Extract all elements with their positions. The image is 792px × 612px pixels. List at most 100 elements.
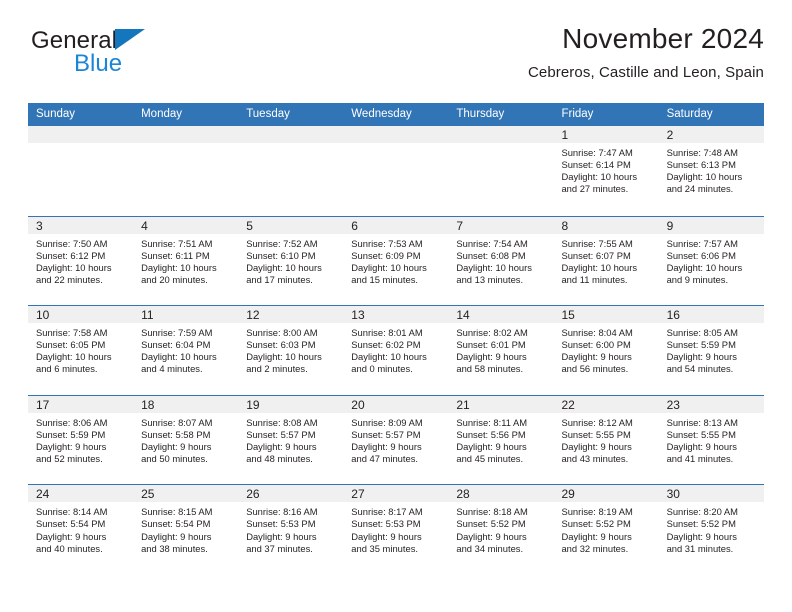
sunrise-time: Sunrise: 7:50 AM xyxy=(36,237,108,249)
calendar-day-cell[interactable]: 24 Sunrise: 8:14 AM Sunset: 5:54 PM Dayligh… xyxy=(28,485,134,574)
sunset-time: Sunset: 5:59 PM xyxy=(36,428,106,440)
calendar-day-cell[interactable]: 17 Sunrise: 8:06 AM Sunset: 5:59 PM Dayligh… xyxy=(28,395,134,485)
day-details: Sunrise: 7:48 AM Sunset: 6:13 PM Daylight:… xyxy=(659,143,764,195)
sunset-time: Sunset: 5:56 PM xyxy=(456,428,526,440)
calendar-day-cell[interactable]: 14 Sunrise: 8:02 AM Sunset: 6:01 PM Dayligh… xyxy=(448,306,554,395)
sunset-time: Sunset: 6:05 PM xyxy=(36,339,106,351)
logo-text-blue: Blue xyxy=(74,50,123,77)
calendar-day-cell[interactable]: 10 Sunrise: 7:58 AM Sunset: 6:05 PM Dayligh… xyxy=(28,306,134,395)
sunset-time: Sunset: 6:10 PM xyxy=(246,249,316,261)
day-number-strip: 4 xyxy=(133,216,239,234)
calendar-day-cell[interactable]: 13 Sunrise: 8:01 AM Sunset: 6:02 PM Dayligh… xyxy=(343,306,449,395)
calendar-day-cell[interactable]: 16 Sunrise: 8:05 AM Sunset: 5:59 PM Dayligh… xyxy=(658,306,764,395)
day-details: Sunrise: 8:05 AM Sunset: 5:59 PM Daylight:… xyxy=(659,323,764,375)
sunset-time: Sunset: 6:02 PM xyxy=(351,339,421,351)
day-details: Sunrise: 8:04 AM Sunset: 6:00 PM Daylight:… xyxy=(553,323,658,375)
daylight-duration-line1: Daylight: 9 hours xyxy=(36,440,107,452)
sunrise-time: Sunrise: 8:18 AM xyxy=(456,506,528,518)
calendar-day-cell[interactable]: 4 Sunrise: 7:51 AM Sunset: 6:11 PM Daylight… xyxy=(133,216,239,306)
page-subtitle: Cebreros, Castille and Leon, Spain xyxy=(527,64,764,81)
calendar-day-cell[interactable]: 23 Sunrise: 8:13 AM Sunset: 5:55 PM Dayligh… xyxy=(658,395,764,485)
sunset-time: Sunset: 6:06 PM xyxy=(666,249,736,261)
day-number-strip: 20 xyxy=(343,395,449,413)
sunrise-time: Sunrise: 8:02 AM xyxy=(456,327,528,339)
day-number: 7 xyxy=(456,218,464,233)
calendar-week-row: 24 Sunrise: 8:14 AM Sunset: 5:54 PM Dayligh… xyxy=(28,484,764,574)
daylight-duration-line1: Daylight: 9 hours xyxy=(561,530,632,542)
sunrise-time: Sunrise: 8:08 AM xyxy=(246,416,318,428)
calendar-day-cell[interactable]: 9 Sunrise: 7:57 AM Sunset: 6:06 PM Daylight… xyxy=(658,216,764,306)
sunset-time: Sunset: 6:09 PM xyxy=(351,249,421,261)
calendar-day-cell[interactable]: 30 Sunrise: 8:20 AM Sunset: 5:52 PM Dayligh… xyxy=(658,485,764,574)
daylight-duration-line1: Daylight: 10 hours xyxy=(456,261,532,273)
calendar-week-row: 10 Sunrise: 7:58 AM Sunset: 6:05 PM Dayligh… xyxy=(28,305,764,395)
calendar-day-cell[interactable]: 28 Sunrise: 8:18 AM Sunset: 5:52 PM Dayligh… xyxy=(448,485,554,574)
sunrise-time: Sunrise: 7:52 AM xyxy=(246,237,318,249)
day-number-strip: 28 xyxy=(448,485,554,503)
calendar-day-cell[interactable]: 22 Sunrise: 8:12 AM Sunset: 5:55 PM Dayligh… xyxy=(553,395,659,485)
sunrise-time: Sunrise: 7:59 AM xyxy=(141,327,213,339)
day-number: 25 xyxy=(141,487,155,502)
sunrise-time: Sunrise: 8:06 AM xyxy=(36,416,108,428)
calendar-day-cell[interactable]: 6 Sunrise: 7:53 AM Sunset: 6:09 PM Daylight… xyxy=(343,216,449,306)
sunrise-time: Sunrise: 7:53 AM xyxy=(351,237,423,249)
daylight-duration-line1: Daylight: 9 hours xyxy=(666,440,737,452)
calendar-day-cell[interactable]: 7 Sunrise: 7:54 AM Sunset: 6:08 PM Daylight… xyxy=(448,216,554,306)
calendar-day-cell[interactable]: 12 Sunrise: 8:00 AM Sunset: 6:03 PM Dayligh… xyxy=(238,306,344,395)
weekday-header-tuesday: Tuesday xyxy=(246,108,290,120)
day-details: Sunrise: 7:53 AM Sunset: 6:09 PM Daylight:… xyxy=(343,234,448,286)
calendar-day-cell[interactable]: 26 Sunrise: 8:16 AM Sunset: 5:53 PM Dayligh… xyxy=(238,485,344,574)
calendar-day-cell[interactable]: 18 Sunrise: 8:07 AM Sunset: 5:58 PM Dayligh… xyxy=(133,395,239,485)
sunset-time: Sunset: 5:54 PM xyxy=(141,518,211,530)
calendar-week-row: 1 Sunrise: 7:47 AM Sunset: 6:14 PM Daylight… xyxy=(28,126,764,216)
day-number-strip: 11 xyxy=(133,306,239,324)
daylight-duration-line2: and 20 minutes. xyxy=(141,273,208,285)
day-number-strip: 25 xyxy=(133,485,239,503)
calendar-day-cell[interactable]: 19 Sunrise: 8:08 AM Sunset: 5:57 PM Dayligh… xyxy=(238,395,344,485)
calendar-day-cell[interactable]: 15 Sunrise: 8:04 AM Sunset: 6:00 PM Dayligh… xyxy=(553,306,659,395)
sunrise-time: Sunrise: 8:19 AM xyxy=(561,506,633,518)
sunrise-time: Sunrise: 7:57 AM xyxy=(666,237,738,249)
day-number: 22 xyxy=(561,397,575,412)
calendar-cell-empty xyxy=(238,126,344,216)
weekday-header-row: Sunday Monday Tuesday Wednesday Thursday Frid… xyxy=(28,103,764,126)
daylight-duration-line2: and 35 minutes. xyxy=(351,542,418,554)
sunrise-time: Sunrise: 8:05 AM xyxy=(666,327,738,339)
day-number-strip: 24 xyxy=(28,485,134,503)
calendar-day-cell[interactable]: 21 Sunrise: 8:11 AM Sunset: 5:56 PM Dayligh… xyxy=(448,395,554,485)
sunrise-time: Sunrise: 8:11 AM xyxy=(456,416,528,428)
day-details: Sunrise: 7:47 AM Sunset: 6:14 PM Daylight:… xyxy=(553,143,658,195)
calendar-day-cell[interactable]: 11 Sunrise: 7:59 AM Sunset: 6:04 PM Dayligh… xyxy=(133,306,239,395)
calendar-day-cell[interactable]: 1 Sunrise: 7:47 AM Sunset: 6:14 PM Daylight… xyxy=(553,126,659,216)
calendar-day-cell[interactable]: 27 Sunrise: 8:17 AM Sunset: 5:53 PM Dayligh… xyxy=(343,485,449,574)
calendar-day-cell[interactable]: 3 Sunrise: 7:50 AM Sunset: 6:12 PM Daylight… xyxy=(28,216,134,306)
calendar-week-row: 3 Sunrise: 7:50 AM Sunset: 6:12 PM Daylight… xyxy=(28,215,764,306)
generalblue-logo[interactable]: General Blue xyxy=(31,28,251,86)
daylight-duration-line2: and 56 minutes. xyxy=(561,363,629,375)
day-number-strip: 26 xyxy=(238,485,344,503)
daylight-duration-line1: Daylight: 10 hours xyxy=(561,261,638,273)
day-number: 3 xyxy=(36,218,43,233)
calendar-day-cell[interactable]: 25 Sunrise: 8:15 AM Sunset: 5:54 PM Dayligh… xyxy=(133,485,239,574)
day-number: 14 xyxy=(456,308,470,323)
day-number: 27 xyxy=(351,487,365,502)
day-details: Sunrise: 8:00 AM Sunset: 6:03 PM Daylight:… xyxy=(238,323,343,375)
calendar-day-cell[interactable]: 8 Sunrise: 7:55 AM Sunset: 6:07 PM Daylight… xyxy=(553,216,659,306)
day-number: 16 xyxy=(666,308,680,323)
day-details: Sunrise: 7:51 AM Sunset: 6:11 PM Daylight:… xyxy=(133,234,238,286)
calendar-day-cell[interactable]: 29 Sunrise: 8:19 AM Sunset: 5:52 PM Dayligh… xyxy=(553,485,659,574)
day-number: 15 xyxy=(561,308,575,323)
weekday-header-sunday: Sunday xyxy=(36,108,76,120)
day-details: Sunrise: 8:19 AM Sunset: 5:52 PM Daylight:… xyxy=(553,502,658,554)
day-details: Sunrise: 8:12 AM Sunset: 5:55 PM Daylight:… xyxy=(553,413,658,465)
day-details: Sunrise: 7:57 AM Sunset: 6:06 PM Daylight:… xyxy=(659,234,764,286)
sunset-time: Sunset: 5:58 PM xyxy=(141,428,211,440)
calendar-day-cell[interactable]: 5 Sunrise: 7:52 AM Sunset: 6:10 PM Daylight… xyxy=(238,216,344,306)
calendar-day-cell[interactable]: 2 Sunrise: 7:48 AM Sunset: 6:13 PM Daylight… xyxy=(658,126,764,216)
daylight-duration-line2: and 4 minutes. xyxy=(141,363,203,375)
sunrise-time: Sunrise: 8:12 AM xyxy=(561,416,633,428)
daylight-duration-line1: Daylight: 9 hours xyxy=(561,351,632,363)
day-details: Sunrise: 8:11 AM Sunset: 5:56 PM Daylight:… xyxy=(448,413,553,465)
daylight-duration-line2: and 31 minutes. xyxy=(666,542,734,554)
calendar-day-cell[interactable]: 20 Sunrise: 8:09 AM Sunset: 5:57 PM Dayligh… xyxy=(343,395,449,485)
